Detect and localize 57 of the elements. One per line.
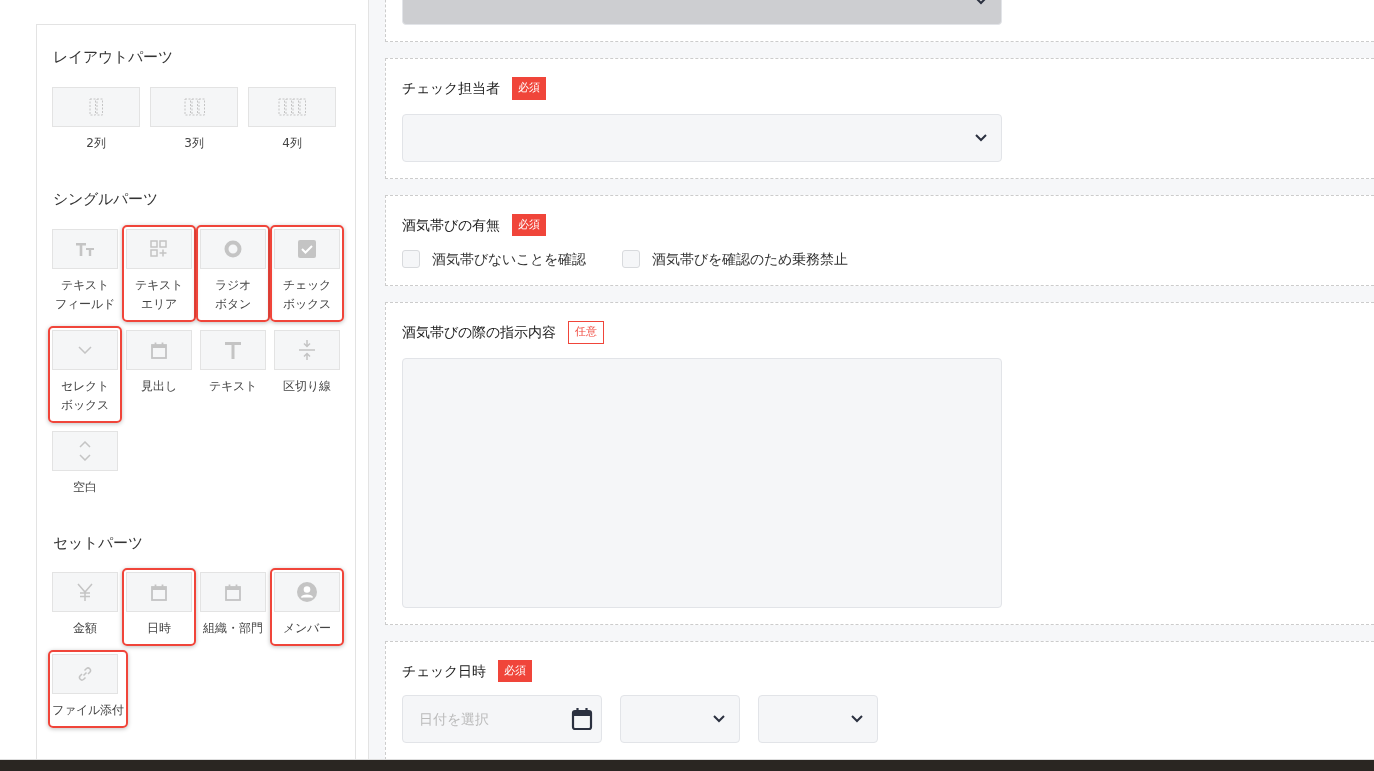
section-title: レイアウトパーツ bbox=[53, 48, 174, 67]
divider-icon bbox=[299, 339, 315, 360]
radio-icon bbox=[223, 238, 243, 259]
checkbox-label: 酒気帯びを確認のため乗務禁止 bbox=[652, 250, 848, 269]
checkbox[interactable] bbox=[622, 250, 640, 269]
calendar-icon bbox=[571, 707, 593, 732]
checkbox[interactable] bbox=[402, 250, 420, 269]
palette-item[interactable]: 見出し bbox=[122, 325, 196, 423]
columns-icon bbox=[89, 97, 103, 116]
chevron-down-icon bbox=[78, 345, 92, 354]
person-icon bbox=[297, 582, 317, 603]
optional-tag: 任意 bbox=[568, 321, 604, 344]
palette-item[interactable]: ファイル添付 bbox=[48, 650, 128, 729]
checkbox-label: 酒気帯びないことを確認 bbox=[432, 250, 586, 269]
field-label: チェック日時 bbox=[402, 661, 486, 681]
palette-item[interactable]: テキスト bbox=[196, 325, 270, 423]
required-tag: 必須 bbox=[512, 77, 546, 100]
link-icon bbox=[77, 666, 93, 683]
columns-icon bbox=[183, 97, 205, 116]
text-icon bbox=[225, 340, 241, 359]
yen-icon bbox=[77, 583, 93, 602]
up-down-icon bbox=[79, 440, 91, 461]
text-size-icon bbox=[75, 240, 95, 257]
calendar-icon bbox=[150, 340, 168, 359]
chevron-down-icon bbox=[713, 715, 725, 724]
calendar-icon bbox=[224, 583, 242, 602]
chevron-down-icon bbox=[851, 715, 863, 724]
palette-item[interactable]: 区切り線 bbox=[270, 325, 344, 423]
palette-item[interactable]: 2列 bbox=[48, 82, 144, 161]
section-title: セットパーツ bbox=[53, 533, 144, 553]
palette-item[interactable]: 3列 bbox=[146, 82, 242, 161]
field-label: 酒気帯びの有無 bbox=[402, 215, 500, 235]
columns-icon bbox=[278, 97, 306, 116]
required-tag: 必須 bbox=[512, 213, 546, 236]
chevron-down-icon bbox=[975, 133, 987, 142]
palette-item[interactable]: ラジオ ボタン bbox=[196, 224, 270, 322]
text-area[interactable] bbox=[402, 357, 1002, 608]
grid-plus-icon bbox=[150, 239, 168, 258]
palette-item[interactable]: 組織・部門 bbox=[196, 568, 270, 647]
palette-item[interactable]: テキスト フィールド bbox=[48, 224, 122, 322]
palette-item[interactable]: セレクト ボックス bbox=[48, 325, 122, 423]
select-field[interactable] bbox=[758, 695, 878, 744]
palette-item[interactable]: 日時 bbox=[122, 568, 196, 647]
section-title: シングルパーツ bbox=[53, 189, 159, 209]
field-label: 酒気帯びの際の指示内容 bbox=[402, 323, 556, 343]
palette-item[interactable]: 金額 bbox=[48, 568, 122, 647]
palette-item[interactable]: テキスト エリア bbox=[122, 224, 196, 322]
calendar-icon bbox=[150, 583, 168, 602]
required-tag: 必須 bbox=[498, 659, 532, 683]
palette-item[interactable]: チェック ボックス bbox=[270, 224, 344, 322]
palette-item[interactable]: 4列 bbox=[244, 82, 340, 161]
palette-item[interactable]: 空白 bbox=[48, 426, 122, 505]
palette-item[interactable]: メンバー bbox=[270, 568, 344, 647]
field-label: チェック担当者 bbox=[402, 79, 500, 99]
select-field[interactable] bbox=[402, 113, 1002, 162]
checkbox-icon bbox=[298, 239, 316, 258]
select-field[interactable] bbox=[620, 695, 740, 744]
